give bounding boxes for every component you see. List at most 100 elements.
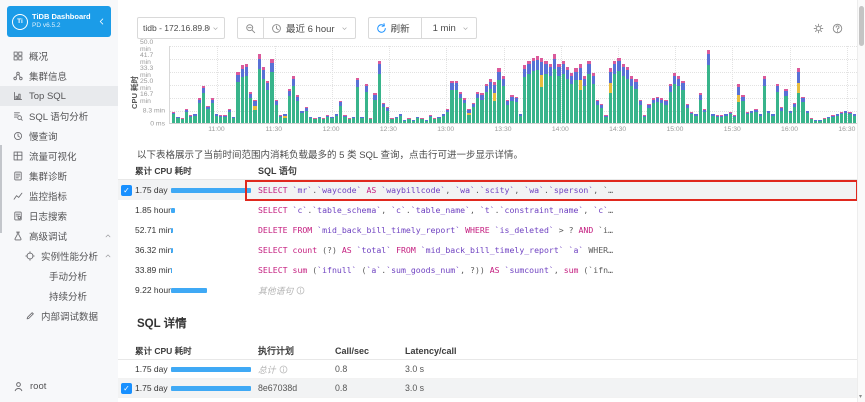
chart-bar[interactable]: [236, 72, 239, 123]
sidebar-item-高级调试[interactable]: 高级调试: [0, 226, 118, 246]
sidebar-item-慢查询[interactable]: 慢查询: [0, 126, 118, 146]
chart-bar[interactable]: [283, 114, 286, 123]
chart-bar[interactable]: [330, 117, 333, 123]
chart-bar[interactable]: [249, 92, 252, 123]
chart-bar[interactable]: [789, 111, 792, 123]
chart-bar[interactable]: [836, 114, 839, 123]
chart-bar[interactable]: [326, 115, 329, 123]
chart-bar[interactable]: [399, 114, 402, 123]
chart-bar[interactable]: [313, 118, 316, 123]
chart-bar[interactable]: [275, 100, 278, 123]
chart-bar[interactable]: [223, 115, 226, 123]
top-sql-row[interactable]: 9.22 hour其他语句: [118, 280, 857, 300]
chart-bar[interactable]: [801, 97, 804, 123]
chart-bar[interactable]: [497, 68, 500, 123]
top-sql-row[interactable]: 52.71 minDELETE FROM `mid_back_bill_time…: [118, 220, 857, 240]
chart-bar[interactable]: [553, 54, 556, 123]
chart-bar[interactable]: [814, 120, 817, 123]
sidebar-item-内部调试数据[interactable]: 内部调试数据: [0, 306, 118, 326]
chart-bar[interactable]: [515, 97, 518, 123]
sidebar-item-top-sql[interactable]: Top SQL: [0, 86, 118, 106]
chart-bar[interactable]: [206, 106, 209, 123]
chart-bar[interactable]: [669, 84, 672, 123]
chart-bar[interactable]: [840, 112, 843, 123]
top-sql-row[interactable]: 36.32 minSELECT count (?) AS `total` FRO…: [118, 240, 857, 260]
chart-bar[interactable]: [733, 115, 736, 123]
chart-bar[interactable]: [198, 98, 201, 123]
chart-bar[interactable]: [416, 117, 419, 123]
chart-bar[interactable]: [450, 81, 453, 123]
chart-bar[interactable]: [232, 117, 235, 123]
top-sql-row[interactable]: 33.89 minSELECT sum (`ifnull` (`a`.`sum_…: [118, 260, 857, 280]
chart-bar[interactable]: [703, 109, 706, 123]
chart-bar[interactable]: [360, 117, 363, 123]
chart-bar[interactable]: [211, 98, 214, 123]
chart-bar[interactable]: [604, 115, 607, 123]
chart-bar[interactable]: [570, 73, 573, 123]
sidebar-item-手动分析[interactable]: 手动分析: [0, 266, 118, 286]
row-checkbox[interactable]: [121, 185, 132, 196]
chart-bar[interactable]: [343, 115, 346, 123]
sidebar-item-集群诊断[interactable]: 集群诊断: [0, 166, 118, 186]
gear-icon[interactable]: [813, 23, 824, 34]
chart-bar[interactable]: [403, 120, 406, 123]
sidebar-item-流量可视化[interactable]: 流量可视化: [0, 146, 118, 166]
chart-bar[interactable]: [634, 79, 637, 123]
chart-bar[interactable]: [193, 114, 196, 123]
chart-bar[interactable]: [664, 100, 667, 123]
chart-bar[interactable]: [523, 65, 526, 123]
chart-bar[interactable]: [279, 115, 282, 123]
zoom-out-button[interactable]: [237, 17, 264, 39]
chart-bar[interactable]: [544, 61, 547, 123]
chart-bar[interactable]: [407, 118, 410, 123]
chart-bar[interactable]: [853, 114, 856, 123]
chart-bar[interactable]: [540, 58, 543, 123]
chart-bar[interactable]: [823, 118, 826, 123]
chart-bar[interactable]: [677, 76, 680, 123]
chart-bar[interactable]: [579, 64, 582, 123]
chart-bar[interactable]: [292, 76, 295, 123]
chart-bar[interactable]: [502, 76, 505, 123]
chart-bar[interactable]: [296, 95, 299, 123]
chart-bar[interactable]: [720, 115, 723, 123]
chart-bar[interactable]: [322, 118, 325, 123]
chart-bar[interactable]: [741, 95, 744, 123]
chart-bar[interactable]: [818, 120, 821, 123]
chart-bar[interactable]: [420, 118, 423, 123]
chart-bar[interactable]: [844, 111, 847, 123]
chart-bar[interactable]: [480, 93, 483, 123]
chart-bar[interactable]: [241, 65, 244, 123]
chart-bar[interactable]: [300, 111, 303, 123]
sidebar-item-实例性能分析[interactable]: 实例性能分析: [0, 246, 118, 266]
chart-bar[interactable]: [532, 58, 535, 123]
chart-bar[interactable]: [690, 112, 693, 123]
sidebar-item-集群信息[interactable]: 集群信息: [0, 66, 118, 86]
chart-bar[interactable]: [429, 115, 432, 123]
chart-bar[interactable]: [185, 109, 188, 123]
chart-bar[interactable]: [510, 95, 513, 123]
chart-bar[interactable]: [699, 93, 702, 123]
chart-bar[interactable]: [673, 73, 676, 123]
chart-bar[interactable]: [433, 118, 436, 123]
chart-bar[interactable]: [536, 56, 539, 123]
chart-bar[interactable]: [643, 115, 646, 123]
chart-bar[interactable]: [412, 120, 415, 123]
chart-bar[interactable]: [467, 109, 470, 123]
sidebar-user[interactable]: root: [0, 376, 118, 396]
chart-bar[interactable]: [262, 67, 265, 123]
chart-bar[interactable]: [493, 82, 496, 123]
sidebar-item-日志搜索[interactable]: 日志搜索: [0, 206, 118, 226]
chart-bar[interactable]: [442, 114, 445, 123]
instance-selector[interactable]: tidb - 172.16.89.80:10080: [137, 17, 225, 39]
chart-bar[interactable]: [600, 104, 603, 123]
chart-bar[interactable]: [724, 114, 727, 123]
chart-bar[interactable]: [716, 115, 719, 123]
top-sql-row[interactable]: 1.75 daySELECT `mr`.`waycode` AS `waybil…: [118, 180, 857, 200]
chart-bar[interactable]: [776, 84, 779, 123]
chart-bar[interactable]: [339, 101, 342, 123]
chart-bar[interactable]: [763, 76, 766, 123]
chart-bar[interactable]: [245, 64, 248, 123]
chart-bar[interactable]: [592, 73, 595, 123]
chart-bar[interactable]: [305, 107, 308, 123]
sidebar-collapse-icon[interactable]: [97, 17, 106, 26]
